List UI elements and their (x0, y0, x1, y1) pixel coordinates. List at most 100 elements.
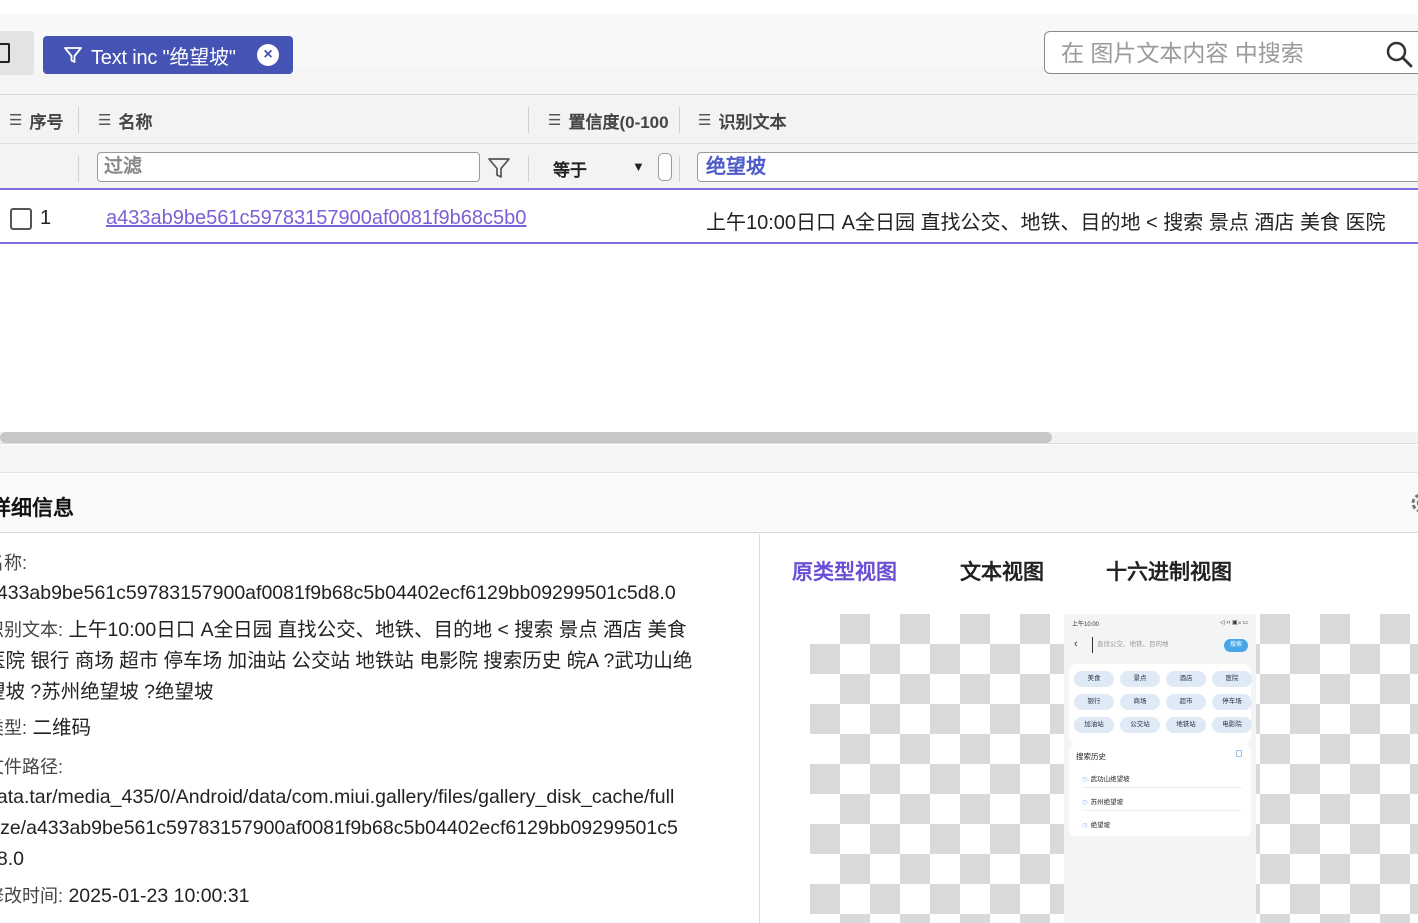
active-filter-chip[interactable]: Text inc "绝望坡" × (43, 36, 293, 74)
column-header-label: 识别文本 (718, 112, 787, 132)
property-value: size/a433ab9be561c59783157900af0081f9b68… (0, 817, 678, 839)
row-text: 上午10:00日口 A全日园 直找公交、地铁、目的地 < 搜索 景点 酒店 美食… (706, 212, 1386, 234)
tab-original-view[interactable]: 原类型视图 (792, 556, 897, 586)
property-path: 文件路径: (0, 752, 63, 783)
trash-icon (1236, 750, 1242, 757)
splitter[interactable] (0, 445, 1418, 473)
category-chip: 景点 (1120, 671, 1160, 687)
category-chip: 商场 (1120, 694, 1160, 710)
list-icon: ☰ (98, 112, 112, 129)
column-header-label: 名称 (118, 112, 153, 132)
column-divider (528, 156, 529, 182)
property-mtime: 修改时间: 2025-01-23 10:00:31 (0, 881, 250, 912)
property-type: 类型: 二维码 (0, 713, 91, 744)
column-header-confidence[interactable]: ☰ 置信度(0-100 (548, 95, 678, 145)
divider (1082, 810, 1242, 811)
clock-icon: ◷ (1082, 799, 1088, 806)
property-value: data.tar/media_435/0/Android/data/com.mi… (0, 786, 675, 808)
filter-row: 过滤 等于 ▼ 绝望坡 (0, 144, 1418, 190)
category-panel: 美食 景点 酒店 医院 银行 商场 超市 停车场 加油站 公交站 地铁站 电影院 (1069, 664, 1252, 744)
property-value: 望坡 ?苏州绝望坡 ?绝望坡 (0, 681, 214, 703)
property-value: 2025-01-23 10:00:31 (68, 885, 250, 907)
divider (1082, 787, 1242, 788)
operator-toggle[interactable] (658, 153, 672, 181)
history-item: ◷ 苏州绝望坡 (1082, 799, 1124, 806)
clock-icon: ◷ (1082, 776, 1088, 783)
category-chip: 银行 (1074, 694, 1114, 710)
column-header-index[interactable]: ☰ 序号 (9, 95, 77, 145)
category-chip: 美食 (1074, 671, 1114, 687)
search-icon[interactable] (1385, 40, 1413, 68)
table-row[interactable]: 1 a433ab9be561c59783157900af0081f9b68c5b… (0, 192, 1418, 244)
text-filter-input[interactable]: 绝望坡 (697, 152, 1418, 182)
category-chip: 超市 (1166, 694, 1206, 710)
funnel-icon (64, 47, 82, 63)
property-name: 名称: (0, 548, 27, 579)
property-text: 识别文本: 上午10:00日口 A全日园 直找公交、地铁、目的地 < 搜索 景点… (0, 615, 687, 646)
detail-title: 详细信息 (0, 497, 74, 520)
column-header-label: 置信度(0-100 (568, 112, 669, 132)
tab-text-view[interactable]: 文本视图 (960, 556, 1044, 586)
column-header-text[interactable]: ☰ 识别文本 (698, 95, 1098, 145)
status-icons: ◁ ‹› ▣ᵢₗₗ ▭ (1220, 620, 1248, 626)
column-divider (78, 156, 79, 182)
chevron-down-icon[interactable]: ▼ (632, 159, 645, 174)
detail-viewer: 原类型视图 文本视图 十六进制视图 上午10:00 ◁ ‹› ▣ᵢₗₗ ▭ ‹ … (761, 534, 1418, 923)
property-value: 上午10:00日口 A全日园 直找公交、地铁、目的地 < 搜索 景点 酒店 美食 (68, 619, 687, 641)
clock-icon: ◷ (1082, 822, 1088, 829)
category-chip: 电影院 (1212, 717, 1252, 733)
phone-search-input: 直找公交、地铁、目的地 (1092, 637, 1224, 653)
grid-header: ☰ 序号 ☰ 名称 ☰ 置信度(0-100 ☰ 识别文本 (0, 94, 1418, 144)
property-label: 文件路径: (0, 757, 64, 777)
phone-screenshot: 上午10:00 ◁ ‹› ▣ᵢₗₗ ▭ ‹ 直找公交、地铁、目的地 搜索 美食 … (1064, 614, 1256, 923)
status-time: 上午10:00 (1072, 622, 1100, 628)
property-label: 类型: (0, 718, 28, 738)
category-chip: 酒店 (1166, 671, 1206, 687)
property-label: 修改时间: (0, 886, 64, 906)
operator-select[interactable]: 等于 (553, 156, 587, 181)
column-divider[interactable] (78, 107, 79, 133)
property-label: 识别文本: (0, 620, 64, 640)
column-header-label: 序号 (29, 112, 64, 132)
category-chip: 公交站 (1120, 717, 1160, 733)
detail-properties: 名称: a433ab9be561c59783157900af0081f9b68c… (0, 534, 760, 923)
property-value: 二维码 (32, 717, 91, 739)
detail-header: 详细信息 (0, 474, 1418, 533)
name-filter-input[interactable]: 过滤 (97, 152, 480, 182)
grid-empty-area (0, 244, 1418, 444)
top-strip (0, 0, 1418, 14)
row-checkbox[interactable] (10, 208, 32, 230)
property-value: 医院 银行 商场 超市 停车场 加油站 公交站 地铁站 电影院 搜索历史 皖A … (0, 650, 693, 672)
list-icon: ☰ (548, 112, 562, 129)
phone-search-bar: ‹ 直找公交、地铁、目的地 搜索 (1074, 636, 1248, 654)
panel-icon (0, 43, 10, 63)
list-icon: ☰ (9, 112, 23, 129)
property-label: 名称: (0, 553, 28, 573)
search-history-title: 搜索历史 (1076, 752, 1106, 761)
search-input[interactable] (1061, 38, 1381, 68)
search-history-panel: 搜索历史 ◷ 武功山绝望坡 ◷ 苏州绝望坡 ◷ 绝望坡 (1069, 744, 1251, 836)
funnel-icon[interactable] (487, 156, 511, 180)
property-value: a433ab9be561c59783157900af0081f9b68c5b04… (0, 582, 676, 604)
column-divider[interactable] (679, 107, 680, 133)
row-name-link[interactable]: a433ab9be561c59783157900af0081f9b68c5b0 (106, 207, 526, 230)
tab-hex-view[interactable]: 十六进制视图 (1106, 556, 1232, 586)
column-divider (679, 156, 680, 182)
category-chip: 加油站 (1074, 717, 1114, 733)
category-chip: 地铁站 (1166, 717, 1206, 733)
row-index: 1 (40, 207, 52, 229)
close-circle-icon[interactable]: × (257, 44, 279, 66)
property-value: d8.0 (0, 848, 24, 870)
back-icon: ‹ (1074, 638, 1078, 650)
history-item: ◷ 绝望坡 (1082, 822, 1111, 829)
phone-search-button: 搜索 (1224, 639, 1248, 652)
column-divider[interactable] (528, 107, 529, 133)
image-preview: 上午10:00 ◁ ‹› ▣ᵢₗₗ ▭ ‹ 直找公交、地铁、目的地 搜索 美食 … (810, 614, 1418, 923)
column-header-name[interactable]: ☰ 名称 (98, 95, 518, 145)
category-chip: 停车场 (1212, 694, 1252, 710)
list-icon: ☰ (698, 112, 712, 129)
horizontal-scrollbar-thumb[interactable] (0, 432, 1052, 443)
gear-icon[interactable] (1408, 490, 1418, 516)
category-chip: 医院 (1212, 671, 1252, 687)
search-box[interactable] (1044, 31, 1418, 74)
